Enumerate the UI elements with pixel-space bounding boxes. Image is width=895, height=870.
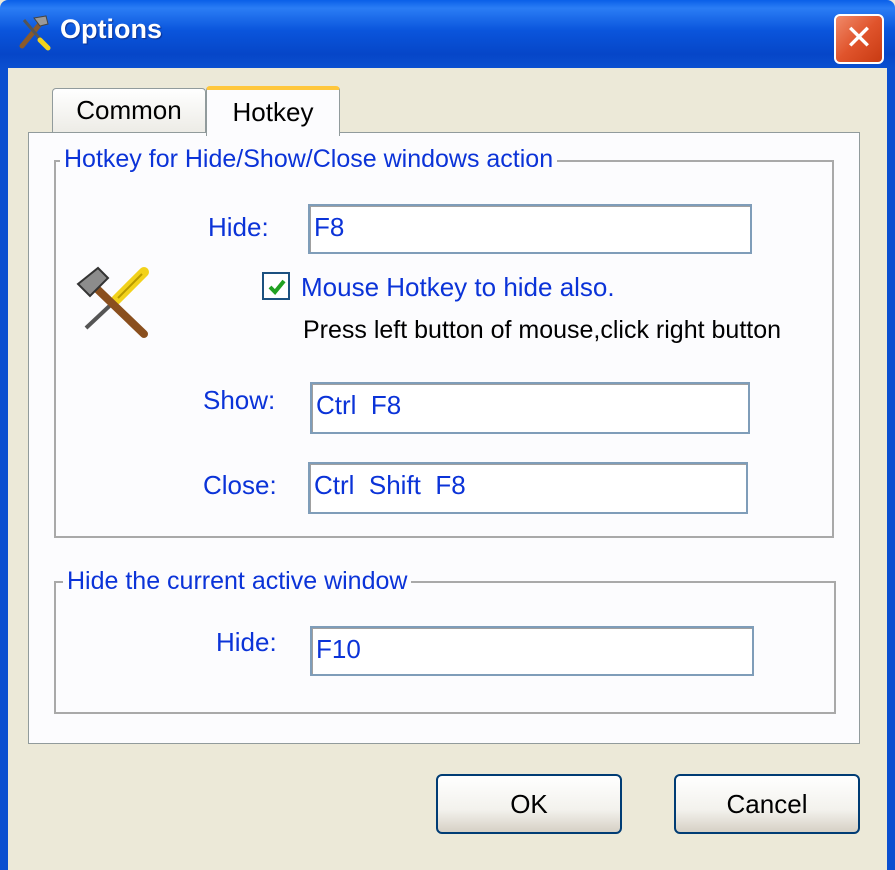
close-button[interactable]: ✕: [834, 14, 884, 64]
tab-hotkey[interactable]: Hotkey: [206, 86, 340, 136]
close-hotkey-input[interactable]: Ctrl Shift F8: [308, 462, 748, 514]
tools-icon: [19, 15, 51, 51]
hide-hotkey-input[interactable]: F8: [308, 204, 752, 254]
ok-button[interactable]: OK: [436, 774, 622, 834]
group-active-window-legend: Hide the current active window: [63, 567, 412, 596]
window-frame-left: [0, 68, 8, 870]
close-icon: ✕: [844, 19, 874, 57]
tab-common[interactable]: Common: [52, 88, 206, 134]
mouse-hotkey-hint: Press left button of mouse,click right b…: [303, 316, 782, 344]
window-frame-right: [887, 68, 895, 870]
mouse-hotkey-checkbox[interactable]: [262, 272, 290, 300]
close-label: Close:: [203, 470, 277, 500]
active-hide-hotkey-input[interactable]: F10: [310, 626, 754, 676]
checkmark-icon: [268, 279, 286, 295]
show-label: Show:: [203, 385, 276, 415]
group-windows-action-legend: Hotkey for Hide/Show/Close windows actio…: [60, 145, 558, 174]
active-hide-label: Hide:: [216, 627, 277, 657]
cancel-button[interactable]: Cancel: [674, 774, 860, 834]
tab-hotkey-label: Hotkey: [232, 97, 314, 127]
mouse-hotkey-label[interactable]: Mouse Hotkey to hide also.: [301, 272, 615, 303]
tab-common-label: Common: [76, 95, 182, 125]
hide-label: Hide:: [208, 212, 269, 242]
title-bar[interactable]: Options ✕: [0, 0, 895, 68]
window-title: Options: [60, 14, 162, 44]
hammer-screwdriver-icon: [76, 266, 149, 338]
show-hotkey-input[interactable]: Ctrl F8: [310, 382, 750, 434]
